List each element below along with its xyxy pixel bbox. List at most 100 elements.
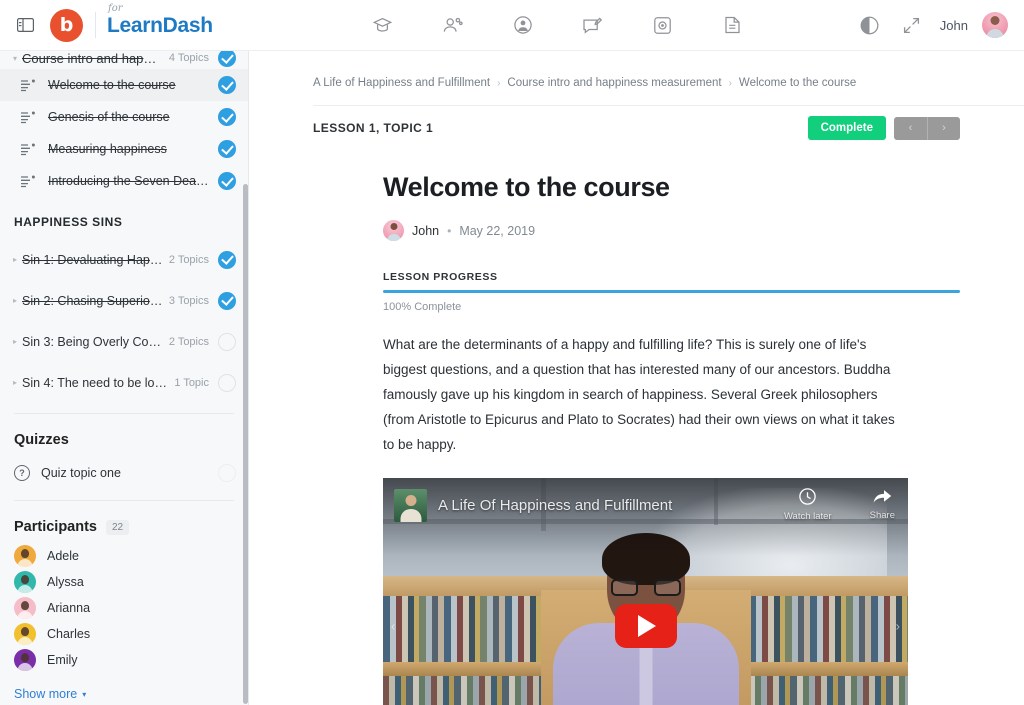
breadcrumb-item-course[interactable]: A Life of Happiness and Fulfillment	[313, 77, 490, 89]
sidebar-scroll-area: ▾ Course intro and happiness... 4 Topics…	[0, 51, 248, 705]
sidebar-item-sin-2[interactable]: ▸ Sin 2: Chasing Superiority 3 Topics	[0, 280, 248, 321]
sin-count: 2 Topics	[168, 335, 209, 348]
progress-label: LESSON PROGRESS	[383, 271, 498, 283]
lesson-list-icon	[20, 175, 38, 188]
list-item[interactable]: Arianna	[0, 595, 248, 621]
chevron-down-icon: ▾	[82, 689, 87, 699]
sidebar-item-quiz-topic-one[interactable]: ? Quiz topic one	[0, 456, 248, 490]
watch-later-button[interactable]: Watch later	[784, 488, 832, 522]
question-mark-icon: ?	[14, 465, 30, 481]
status-check-icon	[218, 108, 236, 126]
app-root: b for LearnDash John ▾ Course intro and …	[0, 0, 1024, 705]
author-name[interactable]: John	[412, 224, 439, 238]
participant-name: Alyssa	[47, 575, 84, 589]
avatar[interactable]	[383, 220, 404, 241]
chevron-right-icon[interactable]: ▸	[8, 337, 22, 346]
show-more-button[interactable]: Show more ▾	[0, 673, 248, 701]
video-prev-chevron-icon[interactable]: ‹	[391, 619, 395, 634]
breadcrumb-item-lesson[interactable]: Course intro and happiness measurement	[507, 77, 721, 89]
course-sidebar: ▾ Course intro and happiness... 4 Topics…	[0, 51, 249, 705]
list-item[interactable]: Adele	[0, 543, 248, 569]
list-item[interactable]: Alyssa	[0, 569, 248, 595]
video-title-row: A Life Of Happiness and Fulfillment	[394, 489, 672, 522]
status-check-icon	[218, 291, 236, 310]
contrast-icon[interactable]	[856, 11, 884, 39]
publish-date: May 22, 2019	[459, 223, 536, 238]
sidebar-panel-icon[interactable]	[12, 12, 38, 38]
video-channel-avatar[interactable]	[394, 489, 427, 522]
sin-title: Sin 3: Being Overly Control S...	[22, 334, 169, 349]
expand-icon[interactable]	[898, 11, 926, 39]
logo-divider	[95, 12, 96, 38]
breadcrumb-item-topic[interactable]: Welcome to the course	[739, 77, 856, 89]
lesson-title: Genesis of the course	[48, 110, 170, 124]
chevron-down-icon[interactable]: ▾	[8, 54, 22, 63]
sin-title: Sin 1: Devaluating Happiness	[22, 252, 169, 267]
lesson-list-icon	[20, 143, 38, 156]
sin-count: 1 Topic	[174, 376, 209, 389]
course-section-title: Course intro and happiness...	[22, 51, 169, 66]
show-more-label: Show more	[14, 687, 78, 701]
chevron-right-icon: ›	[728, 77, 732, 89]
top-navigation-bar: b for LearnDash John	[0, 0, 1024, 51]
breadcrumb: A Life of Happiness and Fulfillment › Co…	[249, 51, 1024, 89]
video-title[interactable]: A Life Of Happiness and Fulfillment	[438, 497, 672, 514]
byline: John • May 22, 2019	[383, 220, 960, 241]
documents-icon[interactable]	[719, 11, 747, 39]
share-label: Share	[869, 510, 895, 521]
lesson-list-icon	[20, 111, 38, 124]
profile-circle-icon[interactable]	[509, 11, 537, 39]
lesson-title: Welcome to the course	[48, 78, 176, 92]
list-item[interactable]: Charles	[0, 621, 248, 647]
progress-rail	[383, 290, 960, 293]
status-check-icon	[218, 250, 236, 269]
progress-fill	[383, 290, 960, 293]
topbar-nav-icons	[260, 11, 856, 39]
next-lesson-button[interactable]: ›	[927, 116, 960, 140]
video-next-chevron-icon[interactable]: ›	[896, 619, 900, 634]
participant-name: Arianna	[47, 601, 91, 615]
video-player[interactable]: A Life Of Happiness and Fulfillment Watc…	[383, 478, 908, 705]
photos-icon[interactable]	[649, 11, 677, 39]
avatar[interactable]	[982, 12, 1008, 38]
byline-separator: •	[447, 223, 452, 238]
prev-lesson-button[interactable]: ‹	[894, 116, 927, 140]
chevron-right-icon[interactable]: ▸	[8, 255, 22, 264]
lesson-pagination: ‹ ›	[894, 116, 960, 140]
avatar[interactable]	[14, 597, 36, 619]
sidebar-item-sin-3[interactable]: ▸ Sin 3: Being Overly Control S... 2 Top…	[0, 321, 248, 362]
sidebar-item-welcome-to-the-course[interactable]: Welcome to the course	[0, 69, 248, 101]
chevron-right-icon[interactable]: ▸	[8, 296, 22, 305]
youtube-play-button[interactable]	[614, 604, 677, 648]
forums-icon[interactable]	[579, 11, 607, 39]
sidebar-item-introducing-seven-deadly[interactable]: Introducing the Seven Deadly Happi...	[0, 165, 248, 197]
sidebar-section-course-intro[interactable]: ▾ Course intro and happiness... 4 Topics	[0, 51, 248, 69]
topbar-user-name[interactable]: John	[940, 18, 968, 33]
course-section-count: 4 Topics	[168, 52, 209, 64]
sidebar-item-genesis-of-the-course[interactable]: Genesis of the course	[0, 101, 248, 133]
quiz-title: Quiz topic one	[41, 466, 121, 480]
sin-title: Sin 4: The need to be loved	[22, 375, 175, 390]
lesson-body-text: What are the determinants of a happy and…	[383, 337, 895, 452]
avatar[interactable]	[14, 545, 36, 567]
participants-heading-row: Participants 22	[0, 501, 248, 543]
graduation-cap-icon[interactable]	[369, 11, 397, 39]
status-check-icon	[218, 172, 236, 190]
buddyboss-logo-icon[interactable]: b	[50, 8, 83, 42]
members-icon[interactable]	[439, 11, 467, 39]
sidebar-item-sin-4[interactable]: ▸ Sin 4: The need to be loved 1 Topic	[0, 362, 248, 403]
sin-count: 3 Topics	[168, 294, 209, 307]
list-item[interactable]: Emily	[0, 647, 248, 673]
chevron-right-icon[interactable]: ▸	[8, 378, 22, 387]
sidebar-item-sin-1[interactable]: ▸ Sin 1: Devaluating Happiness 2 Topics	[0, 239, 248, 280]
share-button[interactable]: Share	[870, 488, 895, 522]
learndash-name-label: LearnDash	[107, 13, 213, 37]
complete-button[interactable]: Complete	[807, 116, 886, 140]
learndash-wordmark[interactable]: for LearnDash	[107, 3, 213, 37]
avatar[interactable]	[14, 623, 36, 645]
avatar[interactable]	[14, 649, 36, 671]
avatar[interactable]	[14, 571, 36, 593]
sidebar-item-measuring-happiness[interactable]: Measuring happiness	[0, 133, 248, 165]
topbar-left: b for LearnDash	[0, 3, 260, 42]
sidebar-scrollbar[interactable]	[243, 184, 248, 704]
